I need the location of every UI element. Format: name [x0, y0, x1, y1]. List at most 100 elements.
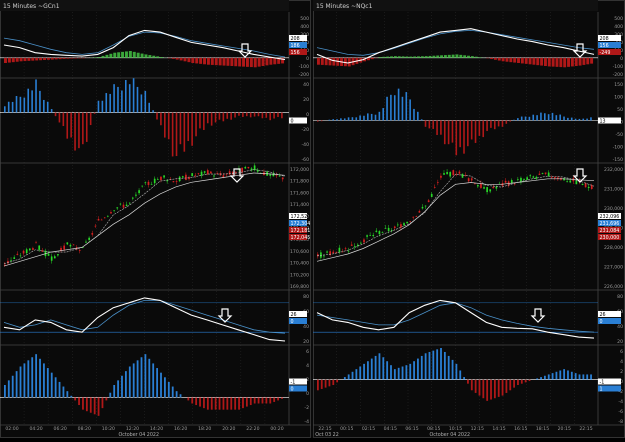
- candle-body: [244, 167, 246, 168]
- macd-histogram-bar: [552, 58, 555, 67]
- macd-histogram-bar: [509, 58, 512, 62]
- histogram-bar: [234, 397, 236, 409]
- candle-body: [514, 184, 516, 185]
- momentum-bar: [582, 119, 584, 121]
- x-tick-label: 06:20: [54, 426, 67, 432]
- histogram-bar: [521, 380, 523, 384]
- momentum-bar: [242, 113, 244, 117]
- x-tick-label: 08:15: [427, 426, 440, 432]
- axis-tick-label: 170,400: [290, 261, 309, 267]
- momentum-bar: [421, 119, 423, 120]
- candle-body: [526, 177, 528, 179]
- momentum-bar: [456, 121, 458, 156]
- momentum-bar: [498, 121, 500, 127]
- histogram-bar: [141, 357, 143, 397]
- histogram-bar: [344, 377, 346, 380]
- macd-histogram-bar: [494, 58, 497, 60]
- panel-title: 15 Minutes ~GCn1: [3, 3, 60, 10]
- histogram-bar: [226, 397, 228, 409]
- momentum-bar: [502, 121, 504, 127]
- candle-body: [276, 175, 278, 176]
- momentum-bar: [329, 120, 331, 121]
- histogram-bar: [417, 359, 419, 380]
- histogram-bar: [47, 368, 49, 397]
- momentum-bar: [27, 89, 29, 113]
- macd-histogram-bar: [452, 55, 455, 58]
- momentum-bar: [12, 102, 14, 113]
- momentum-bar: [43, 100, 45, 113]
- macd-histogram-bar: [74, 58, 77, 59]
- momentum-bar: [176, 113, 178, 156]
- histogram-bar: [117, 380, 119, 397]
- candle-body: [138, 190, 140, 193]
- candle-body: [492, 187, 494, 188]
- background: [0, 0, 625, 438]
- candle-body: [157, 179, 159, 180]
- candle-body: [335, 252, 337, 253]
- macd-histogram-bar: [409, 57, 412, 58]
- momentum-bar: [172, 113, 174, 157]
- histogram-bar: [525, 380, 527, 383]
- value-tag-label: 231,696: [600, 221, 620, 227]
- momentum-bar: [207, 113, 209, 124]
- macd-histogram-bar: [156, 56, 159, 58]
- momentum-bar: [16, 96, 18, 113]
- candle-body: [489, 189, 491, 191]
- momentum-bar: [386, 97, 388, 121]
- candle-body: [48, 254, 50, 256]
- histogram-bar: [269, 397, 271, 403]
- left-date-label: Oct 03 22: [315, 432, 339, 438]
- histogram-bar: [436, 349, 438, 379]
- momentum-bar: [567, 118, 569, 121]
- histogram-bar: [317, 380, 319, 391]
- candle-body: [588, 187, 590, 188]
- candle-body: [210, 172, 212, 174]
- axis-tick-label: -200: [613, 72, 624, 78]
- candle-body: [468, 178, 470, 181]
- candle-body: [88, 238, 90, 240]
- momentum-bar: [321, 121, 323, 122]
- value-tag-label: 0: [291, 319, 294, 325]
- macd-histogram-bar: [63, 58, 66, 59]
- axis-tick-label: 20: [617, 339, 623, 345]
- momentum-bar: [195, 113, 197, 137]
- momentum-bar: [379, 112, 381, 121]
- axis-tick-label: 400: [300, 24, 309, 30]
- momentum-bar: [35, 79, 37, 112]
- histogram-bar: [63, 387, 65, 398]
- candle-body: [101, 220, 103, 221]
- momentum-bar: [367, 113, 369, 120]
- macd-histogram-bar: [405, 56, 408, 57]
- macd-histogram-bar: [43, 58, 46, 60]
- histogram-bar: [432, 351, 434, 380]
- histogram-bar: [207, 397, 209, 409]
- candle-body: [379, 231, 381, 234]
- chart-workspace: 15 Minutes ~GCn15004003002001000-100-200…: [0, 0, 625, 438]
- momentum-bar: [59, 113, 61, 123]
- macd-histogram-bar: [417, 56, 420, 58]
- histogram-bar: [273, 397, 275, 402]
- histogram-bar: [180, 394, 182, 397]
- macd-histogram-bar: [27, 58, 30, 61]
- axis-tick-label: 6: [306, 349, 309, 355]
- momentum-bar: [98, 101, 100, 113]
- candle-body: [459, 172, 461, 174]
- momentum-bar: [121, 90, 123, 112]
- momentum-bar: [90, 113, 92, 125]
- date-label: October 04 2022: [430, 432, 471, 438]
- candle-body: [23, 251, 25, 254]
- momentum-bar: [168, 113, 170, 140]
- candle-body: [471, 178, 473, 180]
- axis-tick-label: 171,800: [290, 179, 309, 185]
- candle-body: [95, 226, 97, 227]
- candle-body: [406, 222, 408, 223]
- macd-histogram-bar: [448, 55, 451, 58]
- momentum-bar: [78, 113, 80, 149]
- candle-body: [204, 171, 206, 173]
- macd-histogram-bar: [432, 56, 435, 58]
- macd-histogram-bar: [556, 58, 559, 67]
- momentum-bar: [575, 119, 577, 121]
- histogram-bar: [55, 377, 57, 397]
- axis-tick-label: -40: [301, 142, 309, 148]
- candle-body: [154, 179, 156, 183]
